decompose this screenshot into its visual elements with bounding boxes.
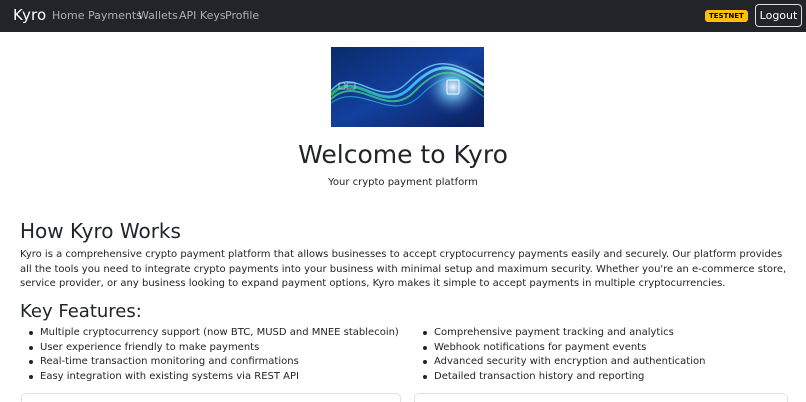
features-list-right: Comprehensive payment tracking and analy… [414, 326, 705, 384]
info-card [414, 393, 788, 402]
features-list-left: Multiple cryptocurrency support (now BTC… [20, 326, 399, 384]
feature-item: Real-time transaction monitoring and con… [20, 355, 399, 370]
hero-banner-image [331, 47, 484, 127]
nav-link-wallets[interactable]: Wallets [138, 9, 178, 22]
feature-item: Webhook notifications for payment events [414, 341, 705, 356]
nav-link-home[interactable]: Home [52, 9, 84, 22]
brand-logo[interactable]: Kyro [13, 6, 46, 24]
features-heading: Key Features: [20, 301, 142, 322]
testnet-badge: TESTNET [705, 10, 748, 22]
nav-link-api-keys[interactable]: API Keys [179, 9, 226, 22]
page-title: Welcome to Kyro [298, 140, 508, 169]
nav-link-profile[interactable]: Profile [225, 9, 259, 22]
feature-item: Detailed transaction history and reporti… [414, 370, 705, 385]
info-card [21, 393, 401, 402]
feature-item: User experience friendly to make payment… [20, 341, 399, 356]
feature-item: Easy integration with existing systems v… [20, 370, 399, 385]
page-subtitle: Your crypto payment platform [328, 177, 478, 188]
feature-item: Advanced security with encryption and au… [414, 355, 705, 370]
how-it-works-description: Kyro is a comprehensive crypto payment p… [20, 249, 787, 289]
feature-item: Multiple cryptocurrency support (now BTC… [20, 326, 399, 341]
logout-button[interactable]: Logout [755, 4, 802, 27]
top-navbar: Kyro Home Payments Wallets API Keys Prof… [0, 0, 806, 32]
nav-link-payments[interactable]: Payments [88, 9, 142, 22]
how-it-works-heading: How Kyro Works [20, 219, 181, 243]
feature-item: Comprehensive payment tracking and analy… [414, 326, 705, 341]
